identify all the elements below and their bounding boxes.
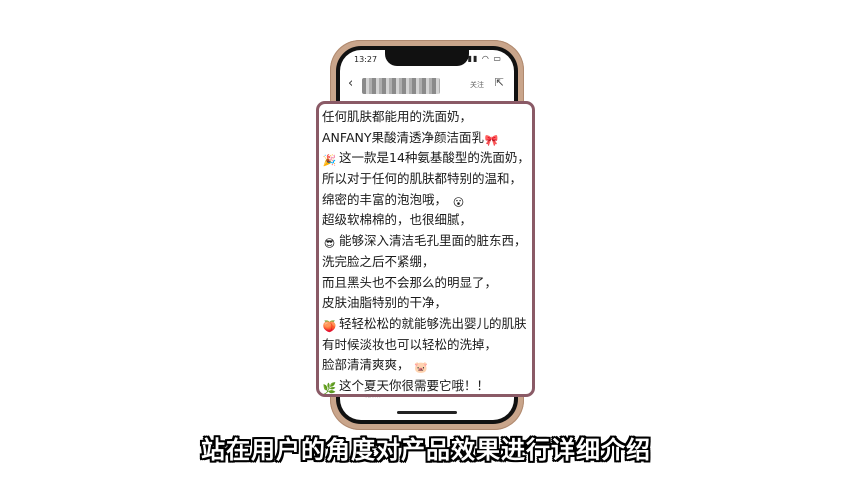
post-line: 有时候淡妆也可以轻松的洗掉， (322, 336, 498, 352)
post-text-card: 任何肌肤都能用的洗面奶， ANFANY果酸清透净颜洁面乳🎀 🎉 这一款是14种氨基… (316, 101, 535, 397)
sunglasses-face-icon: 😎 (323, 237, 336, 251)
post-line: 绵密的丰富的泡泡哦， 😮 (322, 191, 465, 209)
post-line: 😎 能够深入清洁毛孔里面的脏东西， (323, 233, 527, 251)
blurred-username[interactable] (362, 78, 440, 94)
status-icons: ▮▮ ◠ ▭ (467, 54, 502, 63)
chevron-left-icon[interactable]: ‹ (348, 76, 353, 91)
post-text-lines: 任何肌肤都能用的洗面奶， ANFANY果酸清透净颜洁面乳🎀 🎉 这一款是14种氨基… (322, 107, 530, 395)
post-line: 🎉 这一款是14种氨基酸型的洗面奶， (322, 150, 530, 168)
post-line: 任何肌肤都能用的洗面奶， (322, 109, 473, 124)
video-subtitle: 站在用户的角度对产品效果进行详细介绍 (201, 436, 651, 464)
ribbon-icon: 🎀 (484, 133, 499, 147)
share-icon[interactable]: ⇱ (495, 76, 504, 89)
post-line: ANFANY果酸清透净颜洁面乳🎀 (322, 129, 499, 147)
post-nav-bar: ‹ 关注 ⇱ (340, 72, 514, 98)
leaf-icon: 🌿 (322, 381, 337, 395)
status-time: 13:27 (354, 55, 378, 64)
party-popper-icon: 🎉 (322, 154, 337, 168)
peach-icon: 🍑 (322, 319, 337, 333)
post-line: 皮肤油脂特别的干净， (322, 295, 448, 311)
post-line: 所以对于任何的肌肤都特别的温和， (322, 171, 523, 187)
post-line: 🍑 轻轻松松的就能够洗出婴儿的肌肤 (322, 315, 527, 333)
pig-face-icon: 🐷 (414, 361, 428, 375)
status-bar: 13:27 ▮▮ ◠ ▭ (340, 54, 514, 67)
post-line: 🌿 这个夏天你很需要它哦！！ (322, 377, 490, 395)
follow-button[interactable]: 关注 (470, 80, 484, 90)
post-line: 脸部清清爽爽， 🐷 (322, 357, 428, 375)
post-line: 而且黑头也不会那么的明显了， (322, 274, 498, 290)
post-line: 超级软棉棉的，也很细腻， (322, 212, 473, 228)
surprised-face-icon: 😮 (452, 195, 465, 209)
post-line: 洗完脸之后不紧绷， (322, 253, 435, 269)
home-indicator (397, 411, 457, 414)
